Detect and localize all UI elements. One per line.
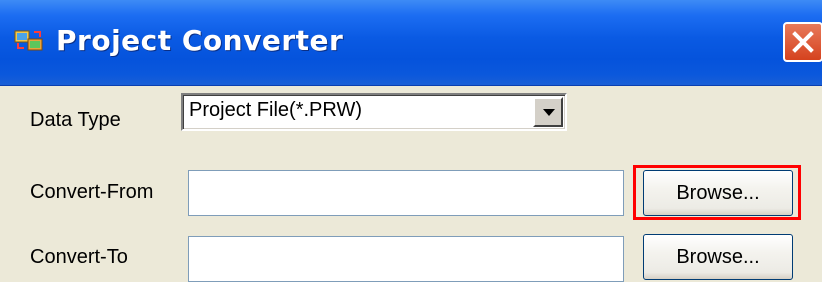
data-type-label: Data Type [30,109,121,131]
convert-to-label: Convert-To [30,246,128,268]
data-type-selected-value: Project File(*.PRW) [189,99,362,121]
convert-to-input[interactable] [188,236,624,282]
project-converter-app-icon [14,28,44,54]
convert-from-browse-button[interactable]: Browse... [643,170,793,216]
convert-from-input[interactable] [188,170,624,216]
window-title: Project Converter [56,24,344,57]
title-bar[interactable]: Project Converter [0,0,822,86]
data-type-dropdown[interactable]: Project File(*.PRW) [181,93,567,131]
dropdown-arrow-button[interactable] [533,97,563,127]
convert-from-label: Convert-From [30,181,154,203]
project-converter-dialog: Project Converter Data Type Project File… [0,0,822,282]
close-button[interactable] [783,22,822,62]
convert-to-browse-button[interactable]: Browse... [643,234,793,280]
